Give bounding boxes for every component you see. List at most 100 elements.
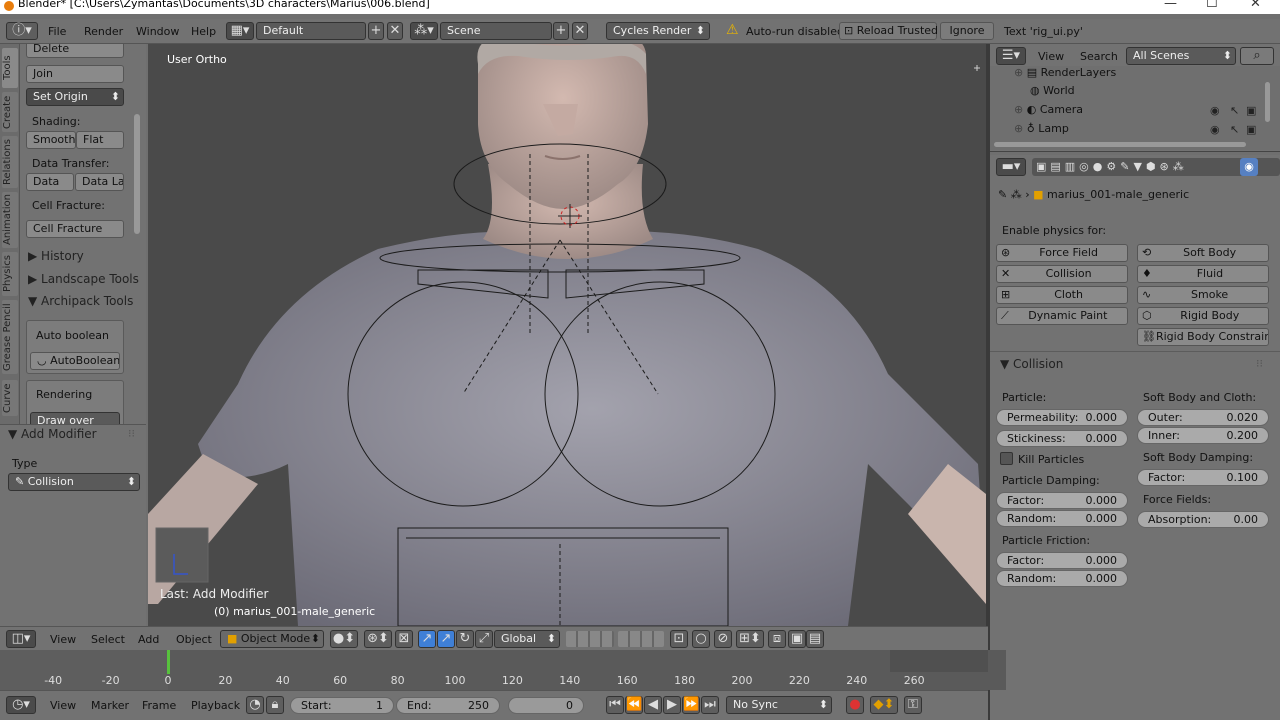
camera-render-icon[interactable]: ▤ <box>806 630 824 648</box>
soft-body-button[interactable]: ⟲ Soft Body <box>1137 244 1269 262</box>
preview-range-icon[interactable]: ◔ <box>246 696 264 714</box>
maximize-icon[interactable]: ☐ <box>1206 0 1218 11</box>
tab-physics[interactable]: Physics <box>2 252 18 296</box>
inner-field[interactable]: Inner: 0.200 <box>1137 427 1269 444</box>
landscape-panel-header[interactable]: ▶ Landscape Tools <box>28 272 139 286</box>
tab-tools[interactable]: Tools <box>2 48 18 88</box>
manipulator-toggle-icon[interactable]: ⊠ <box>395 630 413 648</box>
select-cursor-icon[interactable]: ↖ <box>1230 104 1239 117</box>
jump-start-icon[interactable]: ⏮ <box>606 696 624 714</box>
toolshelf-scrollbar[interactable] <box>134 114 140 234</box>
tab-create[interactable]: Create <box>2 92 18 132</box>
force-field-button[interactable]: ⊛ Force Field <box>996 244 1128 262</box>
visibility-eye-icon[interactable]: ◉ <box>1210 123 1220 136</box>
particle-friction-factor-field[interactable]: Factor: 0.000 <box>996 552 1128 569</box>
opengl-render-icon[interactable]: ⧈ <box>768 630 786 648</box>
close-icon[interactable]: ✕ <box>1250 0 1261 11</box>
draw-over-select[interactable]: Draw over <box>30 412 120 424</box>
view-menu[interactable]: View <box>50 633 76 646</box>
viewport-shading-icon[interactable]: ●⬍ <box>330 630 358 648</box>
scene-icon[interactable]: ⁂▾ <box>410 22 438 40</box>
scale-icon[interactable]: ⤢ <box>475 630 493 648</box>
scene-field[interactable]: Scene <box>440 22 552 40</box>
collision-button[interactable]: ✕ Collision <box>996 265 1128 283</box>
add-modifier-header[interactable]: ▼ Add Modifier <box>8 427 97 441</box>
set-origin-select[interactable]: Set Origin ⬍ <box>26 88 124 106</box>
fluid-button[interactable]: ♦ Fluid <box>1137 265 1269 283</box>
permeability-field[interactable]: Permeability: 0.000 <box>996 409 1128 426</box>
render-camera-icon[interactable]: ▣ <box>1246 104 1256 117</box>
data-button[interactable]: Data <box>26 173 74 191</box>
stickiness-field[interactable]: Stickiness: 0.000 <box>996 430 1128 447</box>
drag-handle-icon[interactable]: ⁝⁝ <box>1256 357 1263 370</box>
modifier-type-select[interactable]: ✎ Collision ⬍ <box>8 473 140 491</box>
jump-keyframe-back-icon[interactable]: ⏪ <box>625 696 643 714</box>
delete-button[interactable]: Delete <box>26 44 124 58</box>
remove-scene-icon[interactable]: ✕ <box>572 22 588 40</box>
keying-set-icon[interactable]: ◆⬍ <box>870 696 898 714</box>
layout-field[interactable]: Default <box>256 22 366 40</box>
translate-manipulator-icon[interactable]: ↗ <box>418 630 436 648</box>
select-cursor-icon[interactable]: ↖ <box>1230 123 1239 136</box>
cell-fracture-button[interactable]: Cell Fracture <box>26 220 124 238</box>
editor-type-info-icon[interactable]: ⓘ▾ <box>6 22 38 40</box>
timeline-area[interactable]: -40 -20 0 20 40 60 80 100 120 140 160 180 200 220 240 2… <box>0 650 1006 690</box>
outliner-view-menu[interactable]: View <box>1038 50 1064 63</box>
data-layout-button[interactable]: Data La <box>75 173 124 191</box>
kill-particles-checkbox[interactable] <box>1000 452 1013 465</box>
layers-grid-2[interactable] <box>618 631 664 647</box>
timeline-marker-menu[interactable]: Marker <box>91 699 129 712</box>
outliner-item-lamp[interactable]: ⊕ ♁ Lamp <box>1014 122 1069 135</box>
render-camera-icon[interactable]: ▣ <box>1246 123 1256 136</box>
context-tab-icons[interactable]: ▣▤▥◎●⚙✎▼⬢⊛⁂ <box>1036 160 1188 173</box>
mode-select[interactable]: ■ Object Mode ⬍ <box>220 630 324 648</box>
timeline-frame-menu[interactable]: Frame <box>142 699 176 712</box>
absorption-field[interactable]: Absorption: 0.00 <box>1137 511 1269 528</box>
render-animation-icon[interactable]: ▣ <box>788 630 806 648</box>
end-frame-field[interactable]: End: 250 <box>396 697 500 714</box>
remove-layout-icon[interactable]: ✕ <box>387 22 403 40</box>
timeline-playback-menu[interactable]: Playback <box>191 699 240 712</box>
rigid-body-button[interactable]: ⬡ Rigid Body <box>1137 307 1269 325</box>
smoke-button[interactable]: ∿ Smoke <box>1137 286 1269 304</box>
add-menu[interactable]: Add <box>138 633 159 646</box>
dynamic-paint-button[interactable]: ⟋ Dynamic Paint <box>996 307 1128 325</box>
snap-icon[interactable]: ⊘ <box>714 630 732 648</box>
add-scene-icon[interactable]: + <box>553 22 569 40</box>
timeline-view-menu[interactable]: View <box>50 699 76 712</box>
outliner-hscrollbar[interactable] <box>994 142 1246 147</box>
outliner-item-camera[interactable]: ⊕ ◐ Camera <box>1014 103 1083 116</box>
ignore-button[interactable]: Ignore <box>940 22 994 40</box>
outliner-vscrollbar[interactable] <box>1265 82 1270 122</box>
render-engine-select[interactable]: Cycles Render ⬍ <box>606 22 710 40</box>
current-frame-marker[interactable] <box>167 650 170 674</box>
lock-layers-icon[interactable]: ⊡ <box>670 630 688 648</box>
rotate-icon[interactable]: ↻ <box>456 630 474 648</box>
proportional-edit-icon[interactable]: ○ <box>692 630 710 648</box>
add-layout-icon[interactable]: + <box>368 22 384 40</box>
particle-damping-random-field[interactable]: Random: 0.000 <box>996 510 1128 527</box>
tab-relations[interactable]: Relations <box>2 136 18 188</box>
drag-handle-icon[interactable]: ⁝⁝ <box>128 427 135 440</box>
rigid-body-constraint-button[interactable]: ⛓ Rigid Body Constraint <box>1137 328 1269 346</box>
pin-icon[interactable]: ✎ <box>998 188 1011 201</box>
3d-view-editor-type-icon[interactable]: ◫▾ <box>6 630 36 648</box>
minimize-icon[interactable]: — <box>1164 0 1177 11</box>
scene-filter-select[interactable]: All Scenes ⬍ <box>1126 47 1236 65</box>
pivot-point-icon[interactable]: ⊛⬍ <box>364 630 392 648</box>
search-icon[interactable]: ⌕ <box>1240 47 1274 65</box>
play-icon[interactable]: ▶ <box>663 696 681 714</box>
physics-tab-icon[interactable]: ◉ <box>1240 158 1258 176</box>
current-frame-field[interactable]: 0 <box>508 697 584 714</box>
lock-icon[interactable]: 🔒︎ <box>266 696 284 714</box>
insert-keyframe-icon[interactable]: ⚿ <box>904 696 922 714</box>
collision-panel-header[interactable]: ▼ Collision <box>1000 357 1063 371</box>
outliner-editor-type-icon[interactable]: ☰▾ <box>996 47 1026 65</box>
archipack-panel-header[interactable]: ▼ Archipack Tools <box>28 294 133 308</box>
timeline-editor-type-icon[interactable]: ◷▾ <box>6 696 36 714</box>
play-reverse-icon[interactable]: ◀ <box>644 696 662 714</box>
outliner-item-world[interactable]: ◍ World <box>1030 84 1075 97</box>
properties-editor-type-icon[interactable]: ▬▾ <box>996 158 1026 176</box>
transform-orientation-select[interactable]: Global ⬍ <box>494 630 560 648</box>
smooth-button[interactable]: Smooth <box>26 131 76 149</box>
